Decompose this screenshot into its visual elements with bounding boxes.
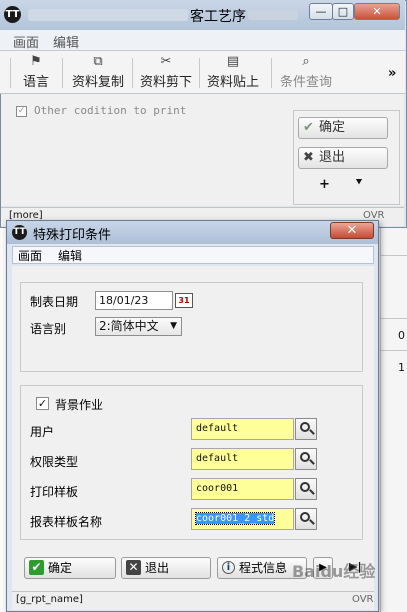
toolbar-cut-button[interactable]: ✂ 资料剪下 xyxy=(138,52,194,92)
info-icon: i xyxy=(222,561,235,574)
report-date-label: 制表日期 xyxy=(30,295,79,309)
program-info-label: 程式信息 xyxy=(239,561,288,575)
close-button[interactable]: ✕ xyxy=(354,3,400,20)
copy-icon: ⧉ xyxy=(93,54,103,69)
toolbar-paste-label: 资料贴上 xyxy=(206,75,259,90)
permission-type-label: 权限类型 xyxy=(30,455,79,469)
toolbar-language-label: 语言 xyxy=(22,75,49,90)
print-template-label: 打印样板 xyxy=(30,485,79,499)
language-select[interactable]: 2:简体中文 ▼ xyxy=(95,317,182,336)
toolbar-query-button[interactable]: ⌕ 条件查询 xyxy=(278,52,334,92)
background-job-label: 背景作业 xyxy=(55,398,104,412)
background-toolbar xyxy=(0,51,405,94)
print-template-field[interactable]: coor001 xyxy=(191,478,294,500)
background-confirm-label: 确定 xyxy=(319,120,346,135)
check-icon: ✔ xyxy=(303,120,314,135)
print-template-query-button[interactable] xyxy=(295,478,317,500)
move-bottom-icon[interactable]: ⯆ xyxy=(355,177,363,188)
behind-window-strip xyxy=(380,228,407,612)
menu-item-screen[interactable]: 画面 xyxy=(13,32,39,51)
report-date-input[interactable]: 18/01/23 xyxy=(95,291,173,310)
title-blur-right xyxy=(248,10,298,20)
paste-icon: ▤ xyxy=(226,54,240,69)
background-window-title: 客工艺序 xyxy=(190,9,246,25)
toolbar-cut-label: 资料剪下 xyxy=(139,75,192,90)
report-template-name-query-button[interactable] xyxy=(295,508,317,530)
dialog-status-left: [g_rpt_name] xyxy=(16,594,83,605)
dialog-title: 特殊打印条件 xyxy=(33,228,112,243)
behind-divider xyxy=(380,318,407,319)
behind-value: 0 xyxy=(398,329,405,342)
flag-icon: ⚑ xyxy=(30,54,42,69)
dialog-exit-button[interactable]: ✕ 退出 xyxy=(121,557,211,579)
user-query-button[interactable] xyxy=(295,418,317,440)
behind-value: 1 xyxy=(398,361,405,374)
other-condition-checkbox[interactable]: ✓ xyxy=(16,106,27,117)
background-confirm-button[interactable]: ✔ 确定 xyxy=(298,117,388,139)
dialog-ok-label: 确定 xyxy=(48,561,73,575)
background-exit-button[interactable]: ✖ 退出 xyxy=(298,147,388,169)
toolbar-more-icon[interactable]: » xyxy=(388,66,396,81)
toolbar-copy-button[interactable]: ⧉ 资料复制 xyxy=(70,52,126,92)
other-condition-label: Other codition to print xyxy=(34,104,187,117)
dialog-status-right: OVR xyxy=(352,594,374,605)
minimize-button[interactable]: — xyxy=(309,3,333,20)
scissors-icon: ✂ xyxy=(160,54,172,69)
toolbar-grip xyxy=(10,58,11,88)
permission-type-query-button[interactable] xyxy=(295,448,317,470)
toolbar-separator xyxy=(62,58,63,88)
toolbar-separator xyxy=(199,58,200,88)
watermark-logo: Baidu经验 xyxy=(292,562,376,581)
app-logo-icon: TT xyxy=(4,6,21,23)
report-template-name-field[interactable]: coor001_2_std xyxy=(191,508,294,530)
language-select-value: 2:简体中文 xyxy=(99,319,159,333)
calendar-icon[interactable]: 31 xyxy=(175,293,193,308)
toolbar-language-button[interactable]: ⚑ 语言 xyxy=(18,52,54,92)
language-label: 语言别 xyxy=(30,322,67,336)
toolbar-separator xyxy=(271,58,272,88)
permission-type-field[interactable]: default xyxy=(191,448,294,470)
background-job-checkbox[interactable]: ✓ xyxy=(36,397,49,410)
background-exit-label: 退出 xyxy=(319,150,346,165)
user-field[interactable]: default xyxy=(191,418,294,440)
dialog-exit-label: 退出 xyxy=(145,561,170,575)
dialog-ok-button[interactable]: ✔ 确定 xyxy=(24,557,116,579)
dialog-app-logo-icon: TT xyxy=(12,225,27,240)
check-icon: ✔ xyxy=(29,560,44,575)
maximize-button[interactable]: □ xyxy=(332,3,354,20)
toolbar-paste-button[interactable]: ▤ 资料贴上 xyxy=(205,52,261,92)
x-icon: ✖ xyxy=(303,150,314,165)
dialog-status-bar: [g_rpt_name] OVR xyxy=(12,591,374,610)
dialog-menu-item-edit[interactable]: 编辑 xyxy=(58,247,82,264)
title-blur xyxy=(28,9,188,21)
behind-divider xyxy=(380,350,407,351)
chevron-down-icon: ▼ xyxy=(170,321,177,331)
add-icon[interactable]: + xyxy=(319,177,330,192)
toolbar-query-label: 条件查询 xyxy=(279,75,332,90)
report-template-name-value: coor001_2_std xyxy=(194,512,276,525)
dialog-menu-item-screen[interactable]: 画面 xyxy=(18,247,42,264)
behind-divider xyxy=(380,255,407,256)
menu-item-edit[interactable]: 编辑 xyxy=(53,32,79,51)
report-template-name-label: 报表样板名称 xyxy=(30,515,103,529)
toolbar-separator xyxy=(132,58,133,88)
dialog-close-button[interactable]: ✕ xyxy=(330,222,374,239)
toolbar-copy-label: 资料复制 xyxy=(71,75,124,90)
user-label: 用户 xyxy=(30,425,55,439)
x-icon: ✕ xyxy=(126,560,141,575)
query-icon: ⌕ xyxy=(302,54,310,69)
